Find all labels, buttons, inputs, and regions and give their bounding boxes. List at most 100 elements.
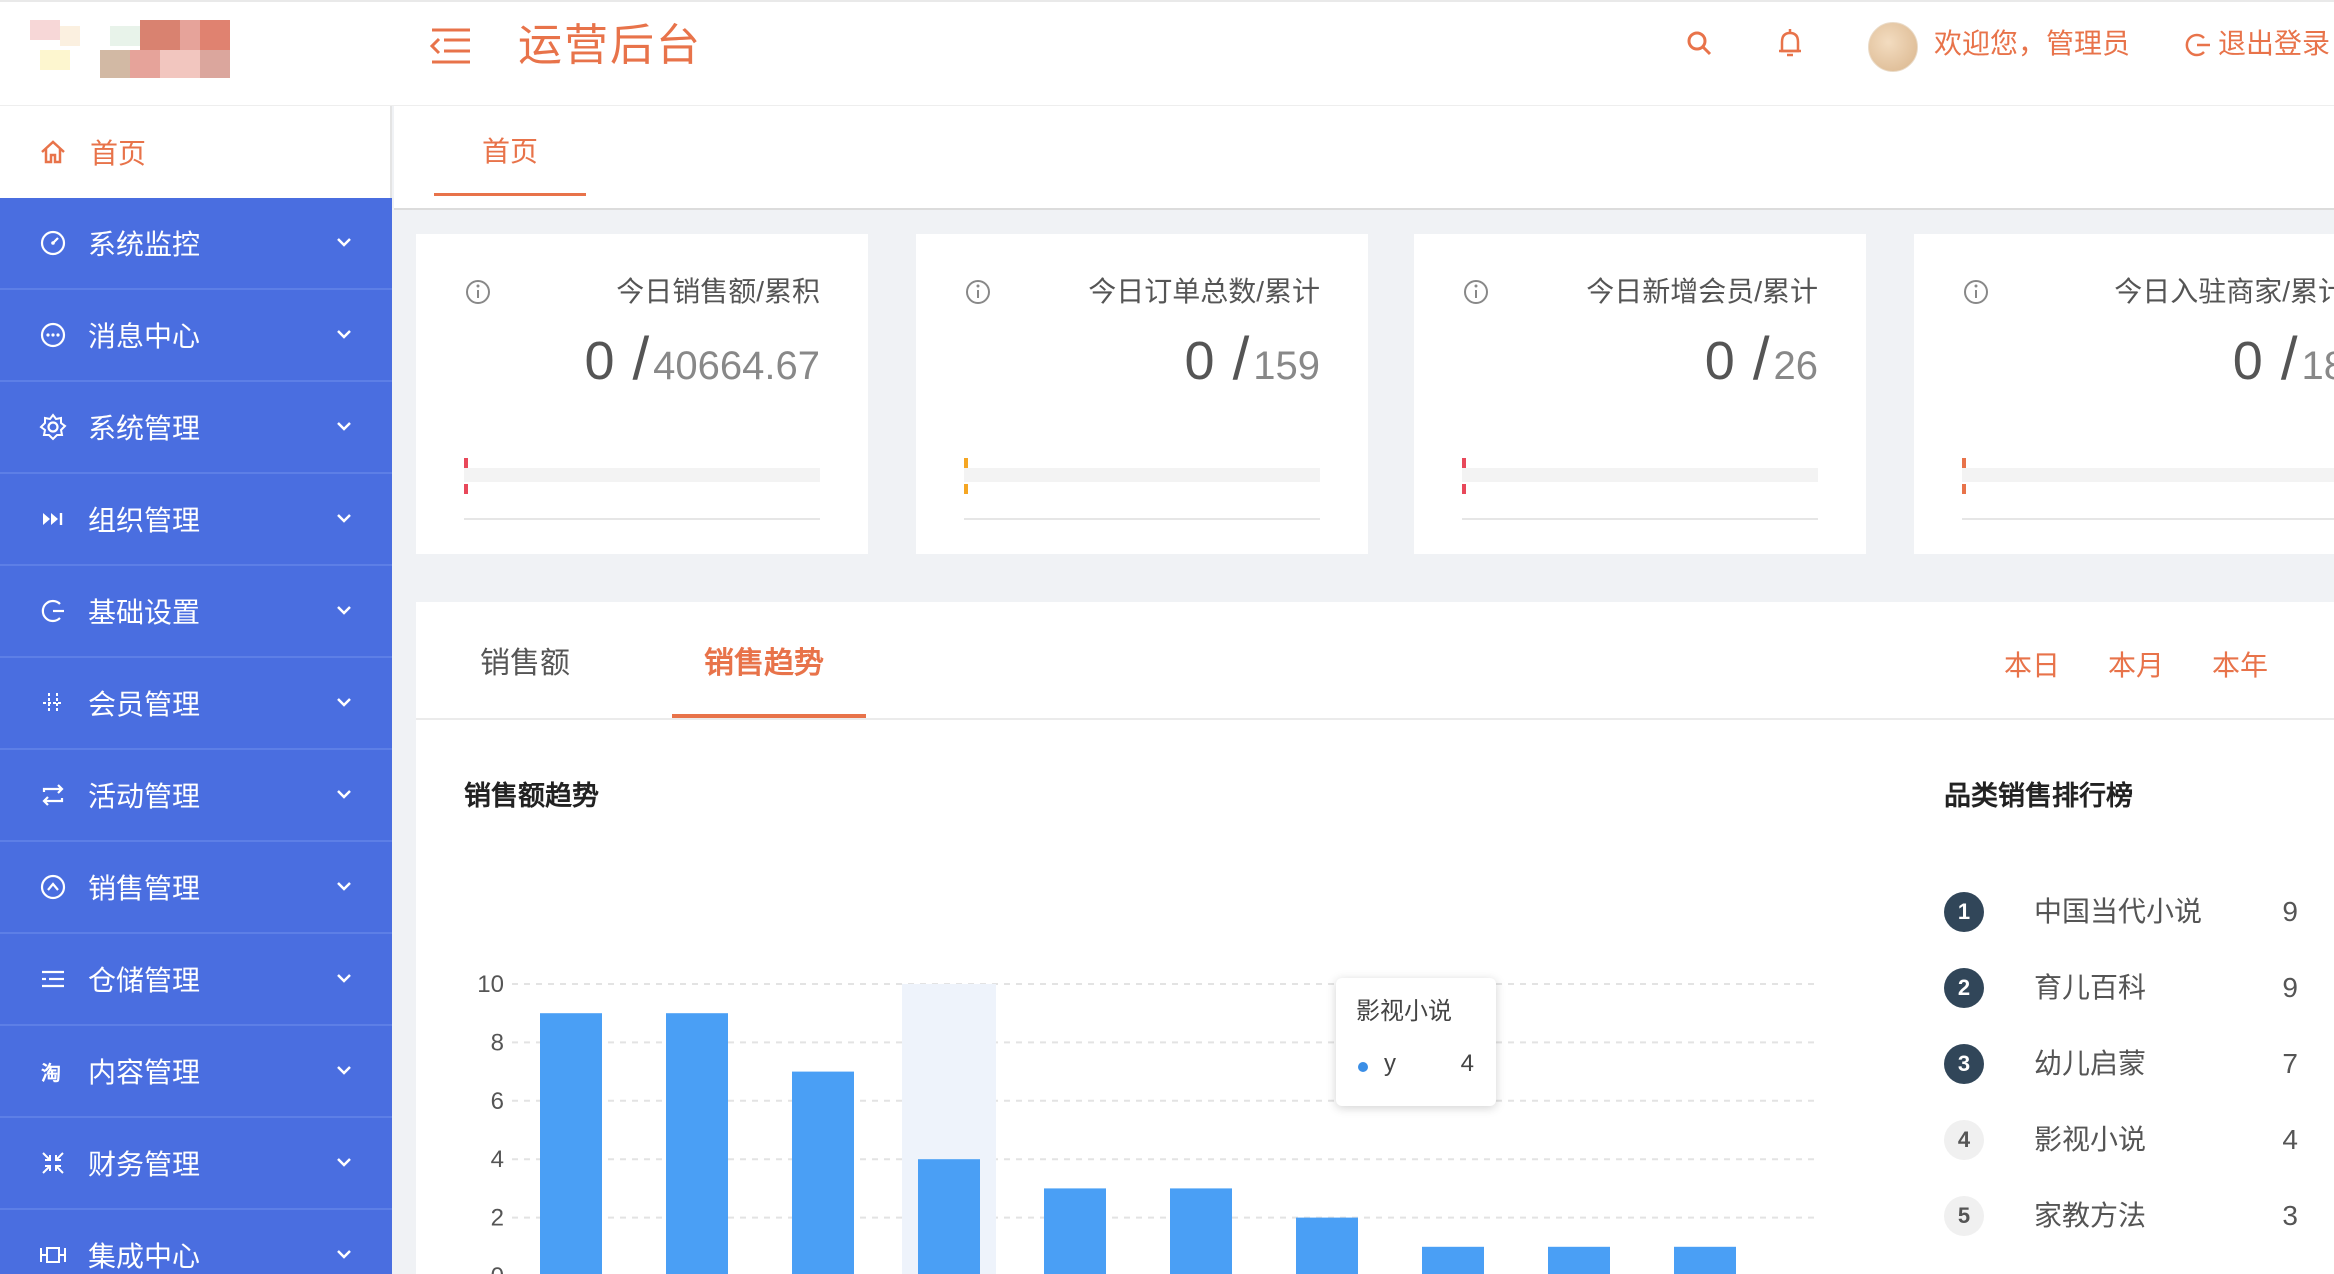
stat-total: 18 xyxy=(2301,344,2334,388)
progress-marker xyxy=(464,458,468,468)
divider xyxy=(1462,518,1818,520)
range-month-button[interactable]: 本月 xyxy=(2108,648,2164,684)
chevron-down-icon xyxy=(337,1250,351,1259)
ranking-row: 1 中国当代小说 9 xyxy=(1944,892,2334,938)
divider xyxy=(464,518,820,520)
sidebar-item-warehouse-management[interactable]: 仓储管理 xyxy=(0,934,392,1026)
page-title: 运营后台 xyxy=(518,21,702,70)
rank-value: 9 xyxy=(2282,896,2298,927)
stat-total: 40664.67 xyxy=(653,344,820,388)
rank-value: 9 xyxy=(2282,972,2298,1003)
logout-icon xyxy=(2185,33,2210,57)
chevron-down-icon xyxy=(337,514,351,523)
progress-marker xyxy=(964,458,968,468)
info-icon[interactable] xyxy=(1962,278,1990,306)
progress-track xyxy=(1462,468,1818,482)
chart-bar xyxy=(918,1159,980,1274)
sidebar-item-activity-management[interactable]: 活动管理 xyxy=(0,750,392,842)
sidebar-item-content-management[interactable]: 淘 内容管理 xyxy=(0,1026,392,1118)
column-width-icon xyxy=(38,1240,68,1270)
top-header: 运营后台 欢迎您，管理员 退出登录 xyxy=(0,0,2334,106)
sidebar-item-label: 财务管理 xyxy=(88,1149,201,1180)
sidebar-item-label: 仓储管理 xyxy=(88,965,201,996)
message-icon xyxy=(38,320,68,350)
range-today-button[interactable]: 本日 xyxy=(2004,648,2060,684)
rank-value: 3 xyxy=(2282,1200,2298,1231)
stat-title: 今日入驻商家/累计 xyxy=(2114,276,2334,307)
sidebar-item-label: 组织管理 xyxy=(88,505,201,536)
avatar[interactable] xyxy=(1868,22,1918,72)
chart-bar xyxy=(1548,1246,1610,1274)
info-icon[interactable] xyxy=(964,278,992,306)
rank-value: 7 xyxy=(2282,1048,2298,1079)
taobao-icon: 淘 xyxy=(38,1056,68,1086)
sidebar-item-label: 基础设置 xyxy=(88,597,201,628)
rank-value: 4 xyxy=(2282,1124,2298,1155)
logout-button[interactable]: 退出登录 xyxy=(2184,24,2330,64)
rank-name: 育儿百科 xyxy=(2034,972,2147,1003)
fast-forward-icon xyxy=(38,504,68,534)
sidebar-item-basic-settings[interactable]: 基础设置 xyxy=(0,566,392,658)
sidebar-item-label: 活动管理 xyxy=(88,781,201,812)
app-root: 运营后台 欢迎您，管理员 退出登录 首页 系统监控 消息中心 系统管理 组织管理… xyxy=(0,0,2334,1274)
stat-today: 0 xyxy=(1704,331,1735,391)
sidebar-item-sales-management[interactable]: 销售管理 xyxy=(0,842,392,934)
chevron-down-icon xyxy=(337,882,351,891)
dashboard-icon xyxy=(38,228,68,258)
menu-fold-icon[interactable] xyxy=(428,26,472,66)
sidebar-item-member-management[interactable]: 会员管理 xyxy=(0,658,392,750)
chevron-down-icon xyxy=(337,238,351,247)
chart-bar xyxy=(792,1071,854,1274)
sidebar: 首页 系统监控 消息中心 系统管理 组织管理 基础设置 会员管理 活动管理 销售… xyxy=(0,106,392,1274)
chart-bar xyxy=(666,1013,728,1274)
ranking-row: 3 幼儿启蒙 7 xyxy=(1944,1044,2334,1090)
chart-bar xyxy=(1422,1246,1484,1274)
sidebar-item-system-monitor[interactable]: 系统监控 xyxy=(0,198,392,290)
chevron-down-icon xyxy=(337,330,351,339)
sidebar-item-label: 内容管理 xyxy=(88,1057,201,1088)
chevron-down-icon xyxy=(337,790,351,799)
info-icon[interactable] xyxy=(1462,278,1490,306)
ranking-row: 4 影视小说 4 xyxy=(1944,1120,2334,1166)
tab-home[interactable]: 首页 xyxy=(434,106,586,196)
info-icon[interactable] xyxy=(464,278,492,306)
sidebar-item-label: 系统管理 xyxy=(88,413,201,444)
chart-bar xyxy=(1044,1188,1106,1274)
page-tabs-bar: 首页 xyxy=(394,106,2334,210)
progress-track xyxy=(964,468,1320,482)
refresh-icon xyxy=(38,596,68,626)
stat-title: 今日销售额/累积 xyxy=(616,276,820,307)
y-tick-label: 2 xyxy=(491,1205,504,1232)
range-year-button[interactable]: 本年 xyxy=(2212,648,2268,684)
ranking-row: 2 育儿百科 9 xyxy=(1944,968,2334,1014)
tooltip-title: 影视小说 xyxy=(1356,998,1452,1025)
sidebar-item-integration-center[interactable]: 集成中心 xyxy=(0,1210,392,1274)
chart-bar xyxy=(1296,1217,1358,1274)
y-tick-label: 10 xyxy=(477,971,504,998)
stat-today: 0 xyxy=(584,331,615,391)
sidebar-item-home[interactable]: 首页 xyxy=(0,106,390,198)
progress-marker xyxy=(1462,458,1466,468)
chevron-down-icon xyxy=(337,1158,351,1167)
rank-number: 2 xyxy=(1944,968,1984,1008)
gear-icon xyxy=(38,412,68,442)
logo[interactable] xyxy=(20,20,270,80)
shrink-icon xyxy=(38,1148,68,1178)
stat-card-sales: 今日销售额/累积 0/40664.67 xyxy=(416,234,868,554)
bell-icon[interactable] xyxy=(1770,24,1810,64)
sidebar-item-system-management[interactable]: 系统管理 xyxy=(0,382,392,474)
chevron-down-icon xyxy=(337,606,351,615)
chart-bar xyxy=(540,1013,602,1274)
swap-icon xyxy=(38,780,68,810)
stat-title: 今日订单总数/累计 xyxy=(1088,276,1320,307)
sales-trend-chart[interactable]: 0 2 4 6 8 10 xyxy=(416,602,1816,1274)
sidebar-item-label: 集成中心 xyxy=(88,1241,201,1272)
progress-track xyxy=(1962,468,2334,482)
chart-bar xyxy=(1674,1246,1736,1274)
search-icon[interactable] xyxy=(1680,24,1720,64)
ranking-title: 品类销售排行榜 xyxy=(1944,781,2133,811)
chevron-down-icon xyxy=(337,698,351,707)
sidebar-item-finance-management[interactable]: 财务管理 xyxy=(0,1118,392,1210)
sidebar-item-message-center[interactable]: 消息中心 xyxy=(0,290,392,382)
sidebar-item-organization[interactable]: 组织管理 xyxy=(0,474,392,566)
